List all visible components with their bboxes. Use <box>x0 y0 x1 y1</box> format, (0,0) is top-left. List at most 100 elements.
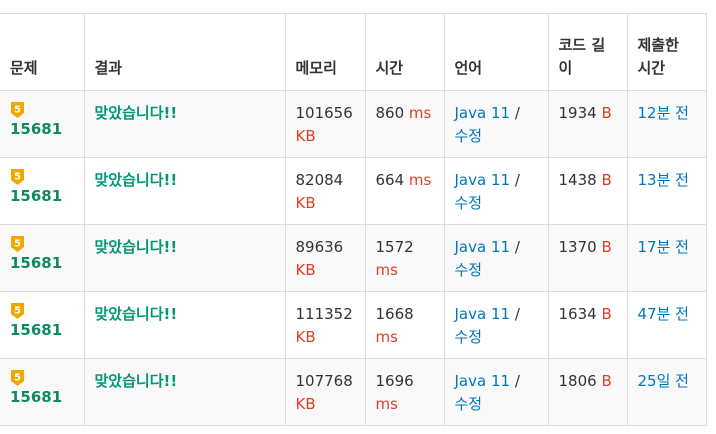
column-header-result: 결과 <box>83 13 286 91</box>
column-header-submitted: 제출한 시간 <box>626 13 707 91</box>
time-cell: 664 ms <box>364 157 445 225</box>
language-link[interactable]: Java 11 <box>455 238 511 256</box>
submitted-cell: 47분 전 <box>626 291 707 359</box>
code-length-value: 1438 <box>558 171 597 189</box>
submitted-time-link[interactable]: 12분 전 <box>638 104 689 122</box>
code-length-unit: B <box>601 238 612 256</box>
result-cell: 맞았습니다!! <box>83 90 286 158</box>
memory-value: 82084 <box>295 171 344 189</box>
memory-cell: 82084 KB <box>284 157 366 225</box>
code-length-cell: 1934 B <box>547 90 628 158</box>
submitted-time-link[interactable]: 47분 전 <box>638 305 689 323</box>
problem-cell: 5 15681 <box>0 90 85 158</box>
time-value: 664 <box>375 171 405 189</box>
language-link[interactable]: Java 11 <box>455 305 511 323</box>
code-length-value: 1370 <box>558 238 597 256</box>
code-length-cell: 1634 B <box>547 291 628 359</box>
problem-id-link[interactable]: 15681 <box>10 185 74 208</box>
table-row: 5 15681 맞았습니다!! 82084 KB 664 ms Java 11 / 수정 1… <box>0 157 707 225</box>
edit-link[interactable]: 수정 <box>455 261 483 279</box>
code-length-unit: B <box>601 171 612 189</box>
svg-text:5: 5 <box>14 172 21 183</box>
code-length-cell: 1370 B <box>547 224 628 292</box>
memory-unit: KB <box>295 127 316 145</box>
problem-id-link[interactable]: 15681 <box>10 386 74 409</box>
memory-value: 89636 <box>295 238 344 256</box>
code-length-unit: B <box>601 372 612 390</box>
edit-link[interactable]: 수정 <box>455 194 483 212</box>
code-length-unit: B <box>601 104 612 122</box>
memory-cell: 111352 KB <box>284 291 366 359</box>
problem-cell: 5 15681 <box>0 291 85 359</box>
submitted-time-link[interactable]: 13분 전 <box>638 171 689 189</box>
time-value: 1696 <box>375 372 414 390</box>
table-row: 5 15681 맞았습니다!! 101656 KB 860 ms Java 11 / 수정… <box>0 90 707 158</box>
time-unit: ms <box>375 328 398 346</box>
result-accepted: 맞았습니다!! <box>94 305 178 323</box>
submitted-cell: 12분 전 <box>626 90 707 158</box>
column-header-language: 언어 <box>443 13 549 91</box>
tier-badge-icon: 5 <box>11 236 24 252</box>
memory-value: 107768 <box>295 372 353 390</box>
memory-value: 111352 <box>295 305 353 323</box>
table-header-row: 문제 결과 메모리 시간 언어 코드 길이 제출한 시간 <box>0 13 707 91</box>
time-unit: ms <box>408 104 432 122</box>
problem-cell: 5 15681 <box>0 157 85 225</box>
result-accepted: 맞았습니다!! <box>94 372 178 390</box>
column-header-memory: 메모리 <box>284 13 366 91</box>
code-length-value: 1634 <box>558 305 597 323</box>
time-unit: ms <box>375 261 398 279</box>
submitted-cell: 13분 전 <box>626 157 707 225</box>
table-row: 5 15681 맞았습니다!! 107768 KB 1696 ms Java 11 / 수… <box>0 358 707 426</box>
table-row: 5 15681 맞았습니다!! 111352 KB 1668 ms Java 11 / 수… <box>0 291 707 359</box>
time-value: 1572 <box>375 238 414 256</box>
submitted-time-link[interactable]: 17분 전 <box>638 238 689 256</box>
time-value: 1668 <box>375 305 414 323</box>
language-cell: Java 11 / 수정 <box>443 224 549 292</box>
time-cell: 1696 ms <box>364 358 445 426</box>
submission-status-table: 문제 결과 메모리 시간 언어 코드 길이 제출한 시간 5 15681 맞았습니다… <box>0 13 707 426</box>
time-value: 860 <box>375 104 405 122</box>
memory-cell: 101656 KB <box>284 90 366 158</box>
code-length-cell: 1806 B <box>547 358 628 426</box>
status-table-wrapper: 문제 결과 메모리 시간 언어 코드 길이 제출한 시간 5 15681 맞았습니다… <box>0 13 707 426</box>
tier-badge-icon: 5 <box>11 169 24 185</box>
code-length-unit: B <box>601 305 612 323</box>
problem-id-link[interactable]: 15681 <box>10 118 74 141</box>
tier-badge-icon: 5 <box>11 370 24 386</box>
column-header-problem: 문제 <box>0 13 85 91</box>
svg-text:5: 5 <box>14 239 21 250</box>
problem-id-link[interactable]: 15681 <box>10 319 74 342</box>
result-accepted: 맞았습니다!! <box>94 104 178 122</box>
language-cell: Java 11 / 수정 <box>443 291 549 359</box>
language-link[interactable]: Java 11 <box>455 104 511 122</box>
language-cell: Java 11 / 수정 <box>443 90 549 158</box>
language-link[interactable]: Java 11 <box>455 171 511 189</box>
tier-badge-icon: 5 <box>11 303 24 319</box>
edit-link[interactable]: 수정 <box>455 127 483 145</box>
edit-link[interactable]: 수정 <box>455 328 483 346</box>
language-link[interactable]: Java 11 <box>455 372 511 390</box>
code-length-value: 1806 <box>558 372 597 390</box>
code-length-value: 1934 <box>558 104 597 122</box>
problem-cell: 5 15681 <box>0 358 85 426</box>
result-cell: 맞았습니다!! <box>83 358 286 426</box>
time-unit: ms <box>375 395 398 413</box>
column-header-code-length: 코드 길이 <box>547 13 628 91</box>
language-cell: Java 11 / 수정 <box>443 358 549 426</box>
submitted-time-link[interactable]: 25일 전 <box>638 372 689 390</box>
submitted-cell: 25일 전 <box>626 358 707 426</box>
result-cell: 맞았습니다!! <box>83 224 286 292</box>
result-cell: 맞았습니다!! <box>83 157 286 225</box>
time-cell: 1572 ms <box>364 224 445 292</box>
time-cell: 1668 ms <box>364 291 445 359</box>
svg-text:5: 5 <box>14 373 21 384</box>
column-header-time: 시간 <box>364 13 445 91</box>
table-row: 5 15681 맞았습니다!! 89636 KB 1572 ms Java 11 / 수정… <box>0 224 707 292</box>
edit-link[interactable]: 수정 <box>455 395 483 413</box>
time-cell: 860 ms <box>364 90 445 158</box>
submitted-cell: 17분 전 <box>626 224 707 292</box>
problem-id-link[interactable]: 15681 <box>10 252 74 275</box>
language-cell: Java 11 / 수정 <box>443 157 549 225</box>
memory-cell: 107768 KB <box>284 358 366 426</box>
